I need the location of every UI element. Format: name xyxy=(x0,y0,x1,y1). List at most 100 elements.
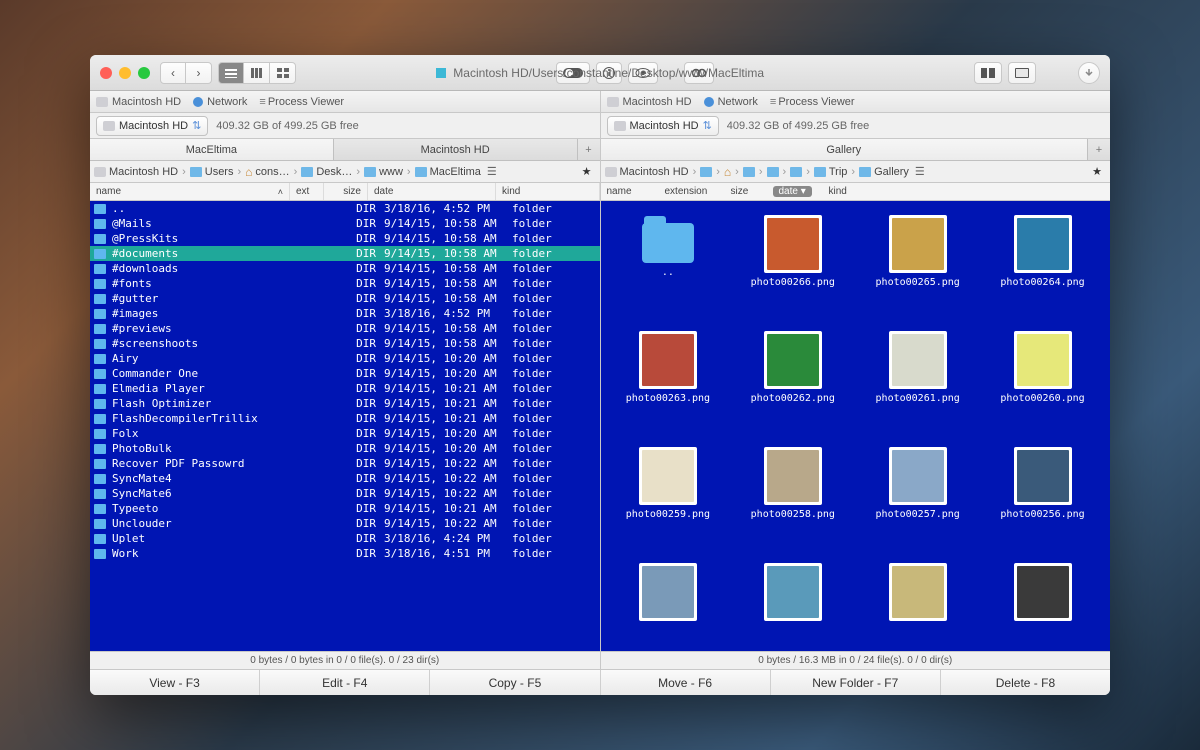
edit-button[interactable]: Edit - F4 xyxy=(260,670,430,695)
breadcrumb-item[interactable]: Macintosh HD xyxy=(94,166,178,178)
breadcrumb-item[interactable]: Gallery xyxy=(859,166,909,178)
back-button[interactable]: ‹ xyxy=(160,62,186,84)
file-row[interactable]: #downloadsDIR9/14/15, 10:58 AMfolder xyxy=(90,261,600,276)
thumbnail-item[interactable]: photo00256.png xyxy=(1000,447,1084,557)
thumbnail-item[interactable]: photo00260.png xyxy=(1000,331,1084,441)
thumbnail-item[interactable]: photo00258.png xyxy=(751,447,835,557)
col-ext[interactable]: ext xyxy=(290,183,324,200)
breadcrumb-item[interactable]: ⌂ xyxy=(724,165,731,179)
thumbnail-item[interactable]: photo00264.png xyxy=(1000,215,1084,325)
tab-gallery[interactable]: Gallery xyxy=(601,139,1089,160)
location-disk-left[interactable]: Macintosh HD xyxy=(96,96,181,108)
delete-button[interactable]: Delete - F8 xyxy=(941,670,1110,695)
new-tab-button[interactable]: + xyxy=(578,139,600,160)
file-row[interactable]: UpletDIR3/18/16, 4:24 PMfolder xyxy=(90,531,600,546)
preview-button[interactable] xyxy=(628,62,658,84)
file-row[interactable]: #gutterDIR9/14/15, 10:58 AMfolder xyxy=(90,291,600,306)
location-process-right[interactable]: ≡Process Viewer xyxy=(770,96,855,108)
breadcrumb-item[interactable] xyxy=(743,167,755,177)
info-button[interactable] xyxy=(596,62,622,84)
view-button[interactable]: View - F3 xyxy=(90,670,260,695)
breadcrumb-item[interactable]: Trip xyxy=(814,166,848,178)
listview-button[interactable] xyxy=(218,62,244,84)
file-row[interactable]: UnclouderDIR9/14/15, 10:22 AMfolder xyxy=(90,516,600,531)
location-process-left[interactable]: ≡Process Viewer xyxy=(259,96,344,108)
location-network-right[interactable]: Network xyxy=(704,96,758,108)
file-row[interactable]: #documentsDIR9/14/15, 10:58 AMfolder xyxy=(90,246,600,261)
new-tab-button[interactable]: + xyxy=(1088,139,1110,160)
volume-selector-left[interactable]: Macintosh HD ⇅ xyxy=(96,116,208,136)
tab-maceltima[interactable]: MacEltima xyxy=(90,139,334,160)
file-row[interactable]: #fontsDIR9/14/15, 10:58 AMfolder xyxy=(90,276,600,291)
location-network-left[interactable]: Network xyxy=(193,96,247,108)
thumbnail-item[interactable] xyxy=(1014,563,1072,651)
favorite-button[interactable]: ★ xyxy=(1088,165,1106,178)
new-folder-button[interactable]: New Folder - F7 xyxy=(771,670,941,695)
col-name[interactable]: name xyxy=(601,183,659,200)
move-button[interactable]: Move - F6 xyxy=(601,670,771,695)
thumbnail-item[interactable]: photo00263.png xyxy=(626,331,710,441)
terminal-button[interactable] xyxy=(1008,62,1036,84)
thumbnail-item[interactable]: photo00257.png xyxy=(876,447,960,557)
file-row[interactable]: SyncMate4DIR9/14/15, 10:22 AMfolder xyxy=(90,471,600,486)
file-row[interactable]: Elmedia PlayerDIR9/14/15, 10:21 AMfolder xyxy=(90,381,600,396)
file-row[interactable]: @PressKitsDIR9/14/15, 10:58 AMfolder xyxy=(90,231,600,246)
file-row[interactable]: PhotoBulkDIR9/14/15, 10:20 AMfolder xyxy=(90,441,600,456)
breadcrumb-item[interactable]: ⌂cons… xyxy=(245,165,290,179)
file-row[interactable]: Recover PDF PassowrdDIR9/14/15, 10:22 AM… xyxy=(90,456,600,471)
thumbnail-item[interactable]: photo00259.png xyxy=(626,447,710,557)
breadcrumb-item[interactable] xyxy=(700,167,712,177)
right-iconview[interactable]: .. photo00266.png photo00265.png photo00264… xyxy=(601,201,1111,651)
file-row[interactable]: TypeetoDIR9/14/15, 10:21 AMfolder xyxy=(90,501,600,516)
quicklook-button[interactable] xyxy=(684,62,714,84)
file-row[interactable]: FolxDIR9/14/15, 10:20 AMfolder xyxy=(90,426,600,441)
col-size[interactable]: size xyxy=(725,183,767,200)
breadcrumb-item[interactable]: MacEltima xyxy=(415,166,481,178)
thumbnail-item[interactable] xyxy=(764,563,822,651)
col-date[interactable]: date ▾ xyxy=(767,183,823,200)
parent-folder[interactable]: .. xyxy=(642,215,694,325)
col-ext[interactable]: extension xyxy=(659,183,725,200)
breadcrumb-item[interactable]: www xyxy=(364,166,403,178)
thumbnail-item[interactable]: photo00266.png xyxy=(751,215,835,325)
col-size[interactable]: size xyxy=(324,183,368,200)
file-row[interactable]: FlashDecompilerTrillixDIR9/14/15, 10:21 … xyxy=(90,411,600,426)
volume-selector-right[interactable]: Macintosh HD ⇅ xyxy=(607,116,719,136)
breadcrumb-item[interactable]: Desk… xyxy=(301,166,352,178)
breadcrumb-item[interactable]: Macintosh HD xyxy=(605,166,689,178)
iconview-button[interactable] xyxy=(270,62,296,84)
forward-button[interactable]: › xyxy=(186,62,212,84)
file-row[interactable]: @MailsDIR9/14/15, 10:58 AMfolder xyxy=(90,216,600,231)
file-row[interactable]: Flash OptimizerDIR9/14/15, 10:21 AMfolde… xyxy=(90,396,600,411)
location-disk-right[interactable]: Macintosh HD xyxy=(607,96,692,108)
favorite-button[interactable]: ★ xyxy=(578,165,596,178)
thumbnail-item[interactable]: photo00261.png xyxy=(876,331,960,441)
breadcrumb-item[interactable] xyxy=(790,167,802,177)
file-row[interactable]: #imagesDIR3/18/16, 4:52 PMfolder xyxy=(90,306,600,321)
columnview-button[interactable] xyxy=(244,62,270,84)
hidden-toggle-button[interactable] xyxy=(556,62,590,84)
col-kind[interactable]: kind xyxy=(496,183,600,200)
left-listing[interactable]: ..DIR3/18/16, 4:52 PMfolder@MailsDIR9/14… xyxy=(90,201,600,651)
copy-button[interactable]: Copy - F5 xyxy=(430,670,600,695)
breadcrumb-view-icon[interactable]: ☰ xyxy=(911,165,929,178)
thumbnail-item[interactable] xyxy=(639,563,697,651)
thumbnail-item[interactable]: photo00262.png xyxy=(751,331,835,441)
file-row[interactable]: #screenshootsDIR9/14/15, 10:58 AMfolder xyxy=(90,336,600,351)
thumbnail-item[interactable]: photo00265.png xyxy=(876,215,960,325)
file-row[interactable]: SyncMate6DIR9/14/15, 10:22 AMfolder xyxy=(90,486,600,501)
file-row[interactable]: Commander OneDIR9/14/15, 10:20 AMfolder xyxy=(90,366,600,381)
file-row[interactable]: ..DIR3/18/16, 4:52 PMfolder xyxy=(90,201,600,216)
close-button[interactable] xyxy=(100,67,112,79)
breadcrumb-view-icon[interactable]: ☰ xyxy=(483,165,501,178)
breadcrumb-item[interactable] xyxy=(767,167,779,177)
file-row[interactable]: AiryDIR9/14/15, 10:20 AMfolder xyxy=(90,351,600,366)
thumbnail-item[interactable] xyxy=(889,563,947,651)
file-row[interactable]: #previewsDIR9/14/15, 10:58 AMfolder xyxy=(90,321,600,336)
col-name[interactable]: name˄ xyxy=(90,183,290,200)
file-row[interactable]: WorkDIR3/18/16, 4:51 PMfolder xyxy=(90,546,600,561)
minimize-button[interactable] xyxy=(119,67,131,79)
download-button[interactable] xyxy=(1078,62,1100,84)
col-kind[interactable]: kind xyxy=(823,183,1111,200)
breadcrumb-item[interactable]: Users xyxy=(190,166,234,178)
